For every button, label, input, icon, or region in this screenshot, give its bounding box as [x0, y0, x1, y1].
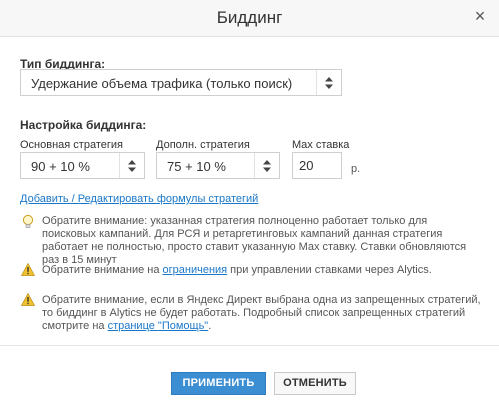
main-strategy-label: Основная стратегия	[20, 139, 123, 151]
warning-icon	[20, 292, 36, 307]
chevron-updown-icon	[119, 153, 144, 178]
bidding-dialog: Биддинг × Тип биддинга: Удержание объема…	[0, 0, 499, 418]
apply-button[interactable]: ПРИМЕНИТЬ	[171, 372, 266, 395]
bidding-type-select[interactable]: Удержание объема трафика (только поиск)	[20, 69, 342, 96]
bidding-settings-label: Настройка биддинга:	[20, 118, 147, 132]
lightbulb-icon	[21, 214, 35, 228]
main-strategy-select[interactable]: 90 + 10 %	[20, 152, 145, 179]
main-strategy-value: 90 + 10 %	[31, 159, 90, 174]
dialog-header: Биддинг ×	[0, 0, 499, 37]
dialog-title: Биддинг	[216, 8, 283, 27]
limits-link[interactable]: ограничения	[163, 264, 228, 276]
max-bid-input[interactable]	[292, 152, 342, 179]
edit-strategies-link[interactable]: Добавить / Редактировать формулы стратег…	[20, 193, 258, 205]
note-forbidden-strategies: Обратите внимание, если в Яндекс Директ …	[42, 294, 482, 333]
dialog-footer: ПРИМЕНИТЬ ОТМЕНИТЬ	[0, 345, 499, 419]
note-forbidden-end: .	[208, 320, 212, 332]
chevron-updown-icon	[254, 153, 279, 178]
warning-icon	[20, 262, 36, 277]
close-icon[interactable]: ×	[471, 7, 489, 25]
note-limits-text: Обратите внимание на	[42, 264, 163, 276]
help-page-link[interactable]: странице "Помощь"	[108, 320, 209, 332]
bidding-type-value: Удержание объема трафика (только поиск)	[31, 76, 293, 91]
chevron-updown-icon	[316, 70, 341, 95]
currency-unit: р.	[351, 163, 361, 175]
extra-strategy-label: Дополн. стратегия	[156, 139, 250, 151]
note-limits-text-end: при управлении ставками через Alytics.	[227, 264, 432, 276]
extra-strategy-select[interactable]: 75 + 10 %	[156, 152, 280, 179]
note-strategy-info: Обратите внимание: указанная стратегия п…	[42, 215, 467, 266]
cancel-button[interactable]: ОТМЕНИТЬ	[274, 372, 356, 395]
max-bid-label: Max ставка	[292, 139, 350, 151]
note-limits: Обратите внимание на ограничения при упр…	[42, 264, 482, 277]
extra-strategy-value: 75 + 10 %	[167, 159, 226, 174]
